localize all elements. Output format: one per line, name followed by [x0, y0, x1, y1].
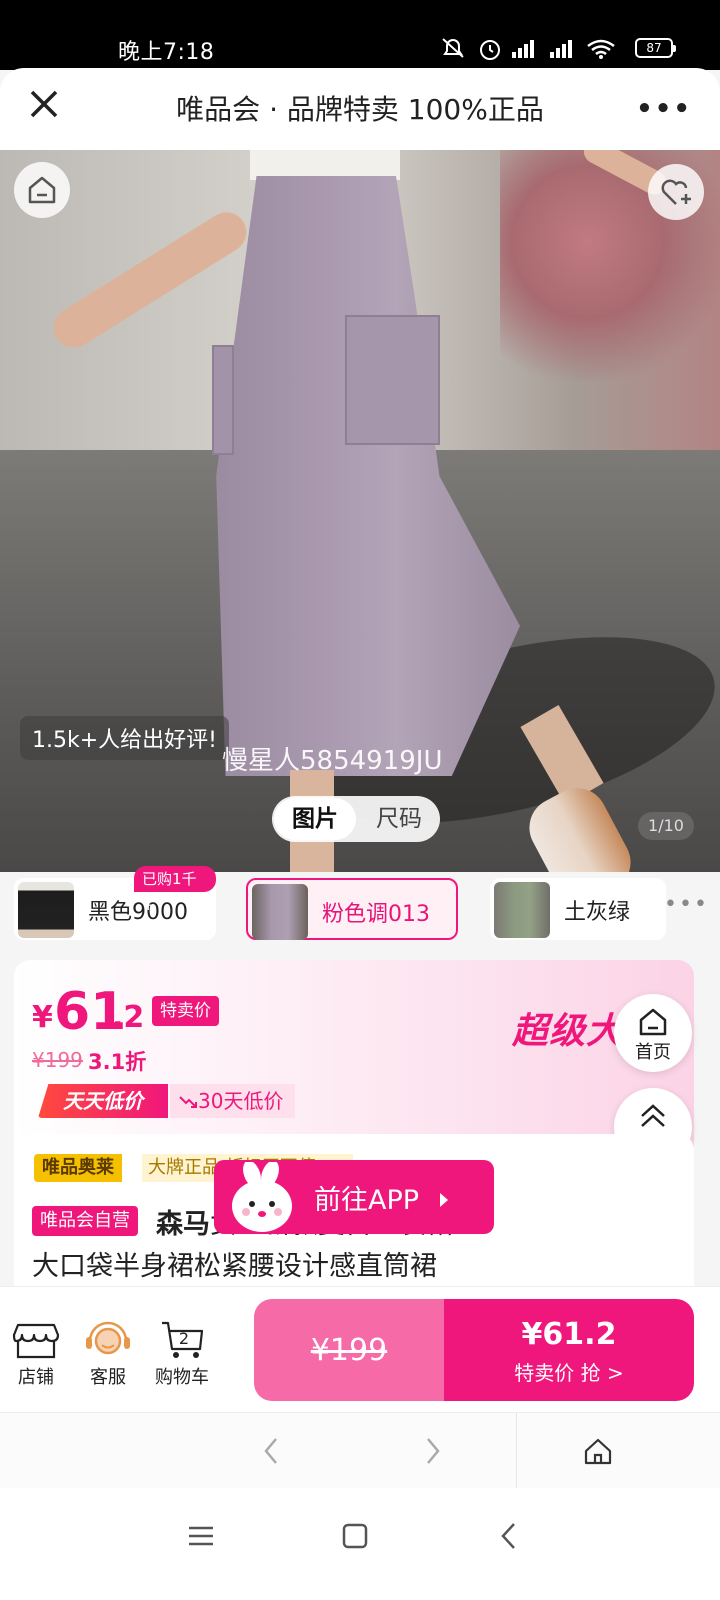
more-menu-button[interactable]: ••• — [636, 94, 692, 124]
price-decimal: .2 — [112, 1000, 145, 1035]
low-30-days-label: 30天低价 — [198, 1089, 284, 1113]
variant-gray-green[interactable]: 土灰绿 — [490, 878, 666, 940]
original-price: ¥199 — [32, 1048, 83, 1072]
signal-icon — [512, 40, 572, 58]
variant-pink[interactable]: 粉色调013 — [246, 878, 458, 940]
photo-pocket-right — [345, 315, 440, 445]
low-30-days-badge: 30天低价 — [170, 1084, 296, 1118]
alarm-icon — [480, 40, 500, 60]
variant-label: 土灰绿 — [564, 900, 631, 925]
customer-service-label: 客服 — [90, 1367, 126, 1388]
original-price-buy-button[interactable]: ¥199 — [254, 1299, 444, 1401]
shop-button[interactable]: 店铺 — [4, 1315, 68, 1388]
system-back-icon[interactable] — [494, 1516, 524, 1556]
forward-arrow-icon[interactable] — [418, 1431, 448, 1471]
buy-special-price: ¥61.2 — [521, 1317, 617, 1352]
heart-add-icon — [661, 179, 691, 205]
tab-pictures[interactable]: 图片 — [274, 798, 356, 840]
browser-home-icon[interactable] — [580, 1431, 616, 1471]
bought-count-badge: 已购1千+ — [134, 866, 216, 914]
status-time: 晚上7:18 — [118, 40, 215, 65]
favorite-button[interactable] — [648, 164, 704, 220]
special-price-tag: 特卖价 — [152, 996, 219, 1026]
discount-label: 3.1折 — [88, 1050, 147, 1074]
brand-name: 森马 — [156, 1209, 210, 1240]
side-home-label: 首页 — [635, 1042, 671, 1063]
side-home-button[interactable]: 首页 — [614, 994, 692, 1072]
price-currency: ¥ — [32, 1000, 53, 1035]
open-app-text: 前往APP — [314, 1185, 420, 1216]
browser-navigation — [0, 1412, 720, 1489]
shop-icon — [12, 1323, 60, 1359]
wifi-icon — [587, 39, 615, 59]
store-home-icon — [28, 176, 56, 204]
buy-special-label: 特卖价 抢 > — [514, 1361, 624, 1385]
variant-thumbnail — [494, 882, 550, 938]
rabbit-mascot-icon — [232, 1162, 292, 1232]
customer-service-icon — [86, 1321, 130, 1355]
product-title-line2: 大口袋半身裙松紧腰设计感直筒裙 — [32, 1251, 437, 1282]
photo-pocket-left — [212, 345, 234, 455]
variants-more-button[interactable]: ••• — [664, 892, 709, 917]
mute-icon — [442, 38, 464, 58]
variant-selector: 黑色9000 已购1千+ 粉色调013 土灰绿 ••• — [0, 866, 720, 952]
page-title: 唯品会 · 品牌特卖 100%正品 — [176, 93, 544, 126]
open-app-label: 前往APP — [314, 1178, 454, 1217]
cart-label: 购物车 — [155, 1367, 209, 1388]
close-icon[interactable] — [24, 84, 64, 124]
back-arrow-icon[interactable] — [256, 1431, 286, 1471]
photo-watermark: 慢星人5854919JU — [222, 746, 443, 776]
open-app-button[interactable]: 前往APP — [214, 1160, 494, 1234]
variant-thumbnail — [18, 882, 74, 938]
rating-chip: 1.5k+人给出好评! — [20, 716, 229, 760]
cart-button[interactable]: 2 购物车 — [150, 1315, 214, 1388]
variant-black[interactable]: 黑色9000 已购1千+ — [14, 866, 216, 940]
photo-shirt — [250, 150, 400, 180]
variant-label: 黑色9000 — [88, 900, 188, 925]
variant-thumbnail — [252, 884, 308, 940]
bottom-action-bar: 店铺 客服 2 购物车 ¥199 ¥61.2 特卖价 抢 > — [0, 1286, 720, 1412]
system-home-icon[interactable] — [340, 1516, 370, 1556]
recent-apps-icon[interactable] — [186, 1516, 216, 1556]
media-tabs: 图片 尺码 — [272, 796, 440, 842]
store-home-button[interactable] — [14, 162, 70, 218]
outlet-tag: 唯品奥莱 — [34, 1154, 122, 1182]
shop-label: 店铺 — [18, 1367, 54, 1388]
cart-count: 2 — [178, 1329, 190, 1348]
status-bar: 晚上7:18 87 — [0, 0, 720, 70]
system-navigation-bar — [0, 1488, 720, 1600]
battery-indicator: 87 — [635, 38, 676, 58]
browser-header: 唯品会 · 品牌特卖 100%正品 ••• — [0, 68, 720, 150]
buy-original-price: ¥199 — [310, 1333, 388, 1368]
daily-low-price-badge: 天天低价 — [38, 1084, 168, 1118]
image-counter: 1/10 — [638, 812, 694, 840]
customer-service-button[interactable]: 客服 — [76, 1315, 140, 1388]
chevron-right-icon — [439, 1193, 448, 1207]
self-operated-tag: 唯品会自营 — [32, 1206, 138, 1236]
product-gallery[interactable]: 1.5k+人给出好评! 慢星人5854919JU 图片 尺码 1/10 — [0, 150, 720, 872]
trend-down-icon — [179, 1096, 197, 1108]
divider — [516, 1413, 517, 1489]
special-price-buy-button[interactable]: ¥61.2 特卖价 抢 > — [444, 1299, 694, 1401]
tab-size[interactable]: 尺码 — [360, 798, 438, 840]
variant-label: 粉色调013 — [322, 902, 430, 927]
